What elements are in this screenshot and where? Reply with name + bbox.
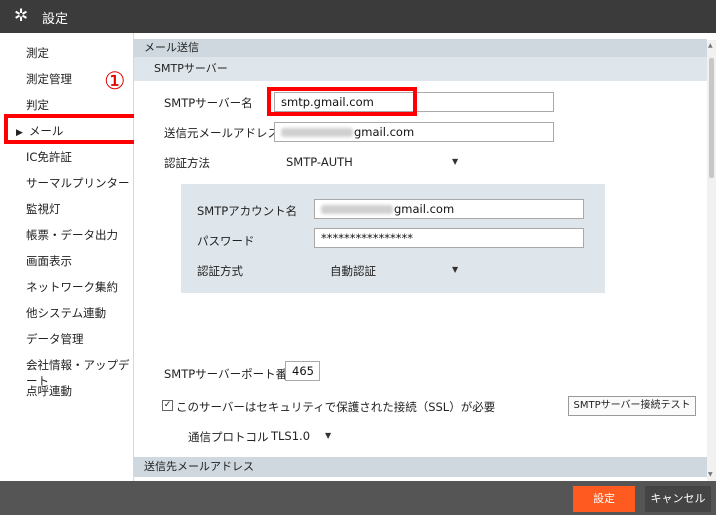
ssl-checkbox[interactable]: ✓ (162, 400, 173, 411)
dropdown-icon: ▼ (452, 265, 459, 274)
password-input[interactable]: **************** (314, 228, 584, 248)
sidebar-item-report-output[interactable]: 帳票・データ出力 (26, 227, 118, 243)
port-input[interactable]: 465 (285, 361, 320, 381)
ssl-label: このサーバーはセキュリティで保護された接続（SSL）が必要 (176, 400, 496, 414)
dropdown-icon: ▼ (325, 431, 332, 440)
sidebar-item-data-management[interactable]: データ管理 (26, 331, 84, 347)
section-recipients: 送信先メールアドレス (134, 457, 707, 477)
auth-type-label: 認証方式 (197, 264, 243, 278)
highlight-box-sidebar (4, 114, 150, 144)
port-label: SMTPサーバーポート番号 (164, 367, 299, 381)
smtp-account-label: SMTPアカウント名 (197, 204, 298, 218)
sidebar-item-screen-display[interactable]: 画面表示 (26, 253, 72, 269)
smtp-account-value: gmail.com (394, 202, 455, 216)
highlight-box-server-name (267, 87, 417, 116)
sidebar-item-network[interactable]: ネットワーク集約 (26, 279, 118, 295)
section-mail-send: メール送信 (134, 39, 707, 57)
sidebar-item-ic-license[interactable]: IC免許証 (26, 149, 72, 165)
scrollbar-thumb[interactable] (709, 58, 714, 178)
sidebar-item-measure-management[interactable]: 測定管理 (26, 71, 72, 87)
smtp-account-input[interactable]: gmail.com (314, 199, 584, 219)
main-panel: メール送信 SMTPサーバー SMTPサーバー名 smtp.gmail.com … (134, 33, 716, 481)
auth-method-select[interactable]: SMTP-AUTH ▼ (286, 155, 458, 169)
scroll-up-icon[interactable]: ▲ (708, 42, 713, 49)
auth-type-select[interactable]: 自動認証 ▼ (330, 263, 460, 279)
auth-method-value: SMTP-AUTH (286, 155, 353, 169)
password-label: パスワード (197, 234, 255, 248)
cancel-button[interactable]: キャンセル (645, 486, 711, 512)
auth-type-value: 自動認証 (330, 264, 376, 278)
sidebar-item-other-system[interactable]: 他システム連動 (26, 305, 106, 321)
annotation-marker-1: ① (104, 67, 126, 95)
apply-button[interactable]: 設定 (573, 486, 635, 512)
title-bar: ✲ 設定 (0, 0, 716, 33)
sender-address-input[interactable]: gmail.com (274, 122, 554, 142)
sidebar: 測定 測定管理 判定 ▶ メール IC免許証 サーマルプリンター 監視灯 帳票・デ… (0, 33, 150, 481)
window-title: 設定 (42, 12, 69, 27)
section-smtp-server: SMTPサーバー (134, 57, 707, 81)
scrollbar[interactable]: ▲ ▼ (707, 40, 716, 481)
sidebar-item-measure[interactable]: 測定 (26, 45, 49, 61)
server-name-label: SMTPサーバー名 (164, 96, 253, 110)
redacted-text (281, 128, 353, 137)
sidebar-item-judgement[interactable]: 判定 (26, 97, 49, 113)
sidebar-item-monitor-light[interactable]: 監視灯 (26, 201, 61, 217)
protocol-value: TLS1.0 (271, 429, 311, 443)
sidebar-item-roll-call[interactable]: 点呼連動 (26, 383, 72, 399)
protocol-select[interactable]: TLS1.0 ▼ (271, 429, 331, 443)
auth-method-label: 認証方法 (164, 156, 210, 170)
sender-address-label: 送信元メールアドレス (164, 126, 279, 140)
dropdown-icon: ▼ (452, 157, 459, 166)
smtp-test-button[interactable]: SMTPサーバー接続テスト (568, 396, 696, 416)
sender-address-value: gmail.com (354, 125, 415, 139)
footer-bar: 設定 キャンセル (0, 481, 716, 515)
scroll-down-icon[interactable]: ▼ (708, 471, 713, 478)
gear-icon: ✲ (14, 6, 29, 26)
protocol-label: 通信プロトコル (188, 430, 269, 444)
sidebar-item-thermal-printer[interactable]: サーマルプリンター (26, 175, 130, 191)
redacted-text (321, 205, 393, 214)
